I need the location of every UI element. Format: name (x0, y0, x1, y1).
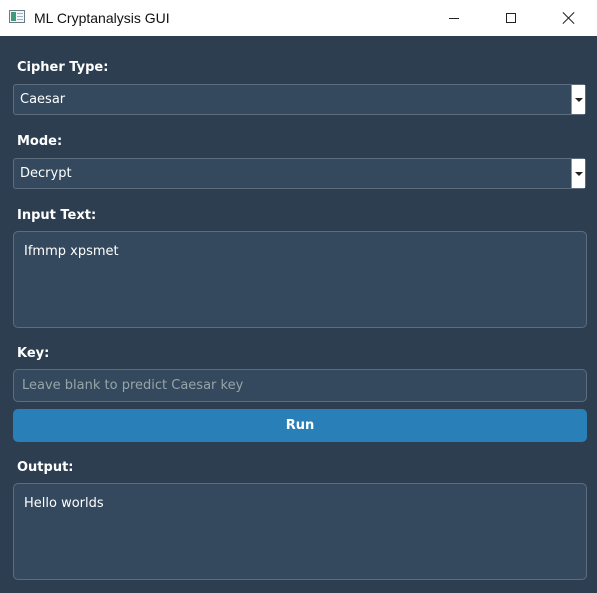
cipher-type-dropdown-button[interactable] (571, 85, 585, 114)
output-text-value: Hello worlds (24, 496, 104, 511)
output-text-area[interactable]: Hello worlds (13, 483, 587, 580)
minimize-button[interactable] (431, 0, 477, 36)
cipher-type-select[interactable]: Caesar (13, 84, 586, 115)
input-text-value: Ifmmp xpsmet (24, 244, 119, 259)
cipher-type-value: Caesar (20, 92, 66, 107)
app-icon (9, 10, 25, 23)
mode-label: Mode: (17, 134, 63, 149)
input-text-label: Input Text: (17, 208, 97, 223)
maximize-icon (506, 13, 516, 23)
cipher-type-label: Cipher Type: (17, 60, 109, 75)
mode-dropdown-button[interactable] (571, 159, 585, 188)
key-input[interactable]: Leave blank to predict Caesar key (13, 369, 587, 402)
close-button[interactable] (546, 0, 592, 36)
input-text-area[interactable]: Ifmmp xpsmet (13, 231, 587, 328)
maximize-button[interactable] (488, 0, 534, 36)
chevron-down-icon (574, 97, 583, 102)
run-button[interactable]: Run (13, 409, 587, 442)
key-input-placeholder: Leave blank to predict Caesar key (22, 378, 244, 393)
minimize-icon (449, 17, 459, 19)
window-title: ML Cryptanalysis GUI (34, 10, 170, 26)
output-label: Output: (17, 460, 74, 475)
title-bar: ML Cryptanalysis GUI (0, 0, 597, 36)
app-window: ML Cryptanalysis GUI Cipher Type: Caesar… (0, 0, 597, 593)
chevron-down-icon (574, 171, 583, 176)
key-label: Key: (17, 346, 50, 361)
mode-value: Decrypt (20, 166, 72, 181)
mode-select[interactable]: Decrypt (13, 158, 586, 189)
close-icon (562, 11, 576, 25)
